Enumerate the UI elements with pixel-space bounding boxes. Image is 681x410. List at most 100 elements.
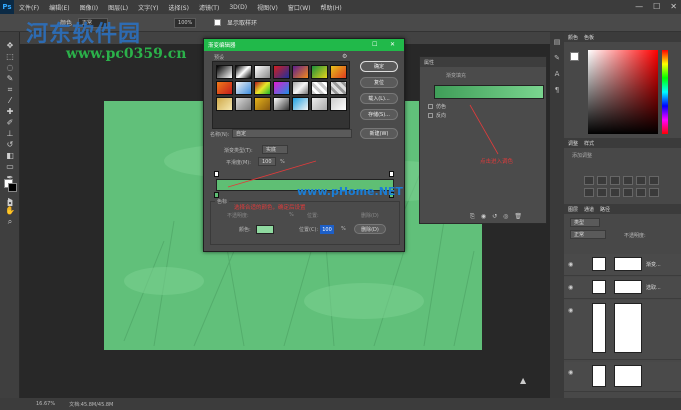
background-color-swatch[interactable] <box>8 183 17 192</box>
marquee-tool-icon[interactable]: ⬚ <box>0 51 20 62</box>
trash-icon[interactable]: 🗑 <box>514 213 522 221</box>
menu-window[interactable]: 窗口(W) <box>283 3 316 12</box>
layer-thumbnail <box>592 365 606 387</box>
channel-mixer-icon[interactable] <box>623 188 633 197</box>
tab-swatches[interactable]: 色板 <box>584 34 594 41</box>
hue-slider[interactable] <box>662 50 668 134</box>
layer-thumbnail <box>592 280 606 294</box>
menu-3d[interactable]: 3D(D) <box>224 4 252 11</box>
color-lookup-icon[interactable] <box>636 188 646 197</box>
move-tool-icon[interactable]: ✥ <box>0 40 20 51</box>
stops-label: 色标 <box>215 198 230 205</box>
opacity-pct: % <box>289 212 294 218</box>
delete-color-stop-button[interactable]: 删除(D) <box>354 224 386 234</box>
layers-panel-tabs: 图层 通道 路径 <box>564 204 681 214</box>
eyedropper-tool-icon[interactable]: ⁄ <box>0 95 20 106</box>
reset-icon[interactable]: ↺ <box>492 213 497 221</box>
layer-row[interactable]: ◉ <box>564 362 681 392</box>
adjustment-icons <box>584 176 659 197</box>
eye-icon[interactable]: ◉ <box>568 284 573 291</box>
right-panels: 颜色 色板 调整 样式 添加调整 图层 通道 路径 类型 正常 不透明度: ◉ … <box>564 32 681 398</box>
hue-sat-icon[interactable] <box>649 176 659 185</box>
eraser-tool-icon[interactable]: ◧ <box>0 150 20 161</box>
menu-image[interactable]: 图像(I) <box>75 3 103 12</box>
tab-color[interactable]: 颜色 <box>568 34 578 41</box>
tools-panel: ✥ ⬚ ◌ ✎ ⌗ ⁄ ✚ ✐ ⊥ ↺ ◧ ▭ ✒ T ▸ ✋ ⌕ ◘ <box>0 32 20 398</box>
minimize-button[interactable]: — <box>635 2 643 11</box>
canvas-corner-icon: ▲ <box>520 376 527 385</box>
history-brush-icon[interactable]: ↺ <box>0 139 20 150</box>
layer-row[interactable]: ◉ 选取... <box>564 277 681 299</box>
layer-blend-mode[interactable]: 正常 <box>570 230 606 239</box>
layer-row[interactable]: ◉ <box>564 300 681 360</box>
status-bar: 16.67% 文档:45.8M/45.8M <box>0 398 681 410</box>
stamp-tool-icon[interactable]: ⊥ <box>0 128 20 139</box>
levels-icon[interactable] <box>597 176 607 185</box>
lasso-tool-icon[interactable]: ◌ <box>0 62 20 73</box>
layer-mask-thumbnail <box>614 303 642 353</box>
clip-icon[interactable]: ⎘ <box>470 213 475 221</box>
character-panel-icon[interactable]: A <box>550 68 564 80</box>
color-label: 颜色: <box>239 227 251 233</box>
tab-adjustments[interactable]: 调整 <box>568 140 578 147</box>
photo-filter-icon[interactable] <box>610 188 620 197</box>
eye-icon[interactable]: ◉ <box>568 369 573 376</box>
tab-styles[interactable]: 样式 <box>584 140 594 147</box>
eye-icon[interactable]: ◉ <box>568 307 573 314</box>
exposure-icon[interactable] <box>623 176 633 185</box>
tab-paths[interactable]: 路径 <box>600 206 610 213</box>
layer-thumbnail <box>592 303 606 353</box>
tab-layers[interactable]: 图层 <box>568 206 578 213</box>
add-adjustment-label: 添加调整 <box>572 153 593 159</box>
menu-select[interactable]: 选择(S) <box>163 3 194 12</box>
quick-mask-icon[interactable]: ◘ <box>0 198 20 209</box>
menu-layer[interactable]: 图层(L) <box>103 3 133 12</box>
healing-tool-icon[interactable]: ✚ <box>0 106 20 117</box>
crop-tool-icon[interactable]: ⌗ <box>0 84 20 95</box>
color-balance-icon[interactable] <box>584 188 594 197</box>
layer-filter-kind[interactable]: 类型 <box>570 218 600 227</box>
position-unit: % <box>341 226 346 232</box>
layer-name[interactable]: 选取... <box>646 284 661 291</box>
photoshop-logo: Ps <box>0 0 14 14</box>
zoom-tool-icon[interactable]: ⌕ <box>0 216 20 227</box>
menu-edit[interactable]: 编辑(E) <box>44 3 74 12</box>
close-button[interactable]: ✕ <box>670 2 677 11</box>
show-sampling-ring-checkbox[interactable] <box>214 19 222 26</box>
history-panel-icon[interactable]: ▤ <box>550 36 564 48</box>
menu-view[interactable]: 视图(V) <box>252 3 283 12</box>
menu-help[interactable]: 帮助(H) <box>316 3 347 12</box>
window-controls: — ☐ ✕ <box>635 2 677 11</box>
invert-icon[interactable] <box>649 188 659 197</box>
opacity-field[interactable]: 100% <box>174 17 197 28</box>
menu-type[interactable]: 文字(Y) <box>133 3 163 12</box>
layer-mask-thumbnail <box>614 365 642 387</box>
brush-tool-icon[interactable]: ✐ <box>0 117 20 128</box>
paragraph-panel-icon[interactable]: ¶ <box>550 84 564 96</box>
gradient-editor-dialog: 渐变编辑器 ☐ ✕ 预设 ⚙ 确定 复位 载入(L)... 存储(S)... 名… <box>203 38 405 252</box>
menu-filter[interactable]: 滤镜(T) <box>194 3 224 12</box>
properties-panel: 属性 渐变填充 仿色 反向 点击进入调色 ⎘ ◉ ↺ ◎ 🗑 <box>419 56 547 224</box>
eye-icon[interactable]: ◎ <box>503 213 508 221</box>
zoom-level[interactable]: 16.67% <box>36 401 55 407</box>
visibility-icon[interactable]: ◉ <box>481 213 486 221</box>
maximize-button[interactable]: ☐ <box>653 2 660 11</box>
quick-select-tool-icon[interactable]: ✎ <box>0 73 20 84</box>
layer-name[interactable]: 渐变... <box>646 261 661 268</box>
tab-channels[interactable]: 通道 <box>584 206 594 213</box>
color-picker-field[interactable] <box>588 50 658 134</box>
properties-footer: ⎘ ◉ ↺ ◎ 🗑 <box>470 213 522 221</box>
brightness-icon[interactable] <box>584 176 594 185</box>
stop-position-field[interactable]: 100 <box>320 225 334 234</box>
brush-panel-icon[interactable]: ✎ <box>550 52 564 64</box>
menu-file[interactable]: 文件(F) <box>14 3 44 12</box>
black-white-icon[interactable] <box>597 188 607 197</box>
eye-icon[interactable]: ◉ <box>568 261 573 268</box>
vibrance-icon[interactable] <box>636 176 646 185</box>
curves-icon[interactable] <box>610 176 620 185</box>
stop-color-swatch[interactable] <box>256 225 274 234</box>
gradient-tool-icon[interactable]: ▭ <box>0 161 20 172</box>
color-fg-swatch[interactable] <box>570 52 579 61</box>
layer-mask-thumbnail <box>614 257 642 271</box>
layer-row[interactable]: ◉ 渐变... <box>564 254 681 276</box>
